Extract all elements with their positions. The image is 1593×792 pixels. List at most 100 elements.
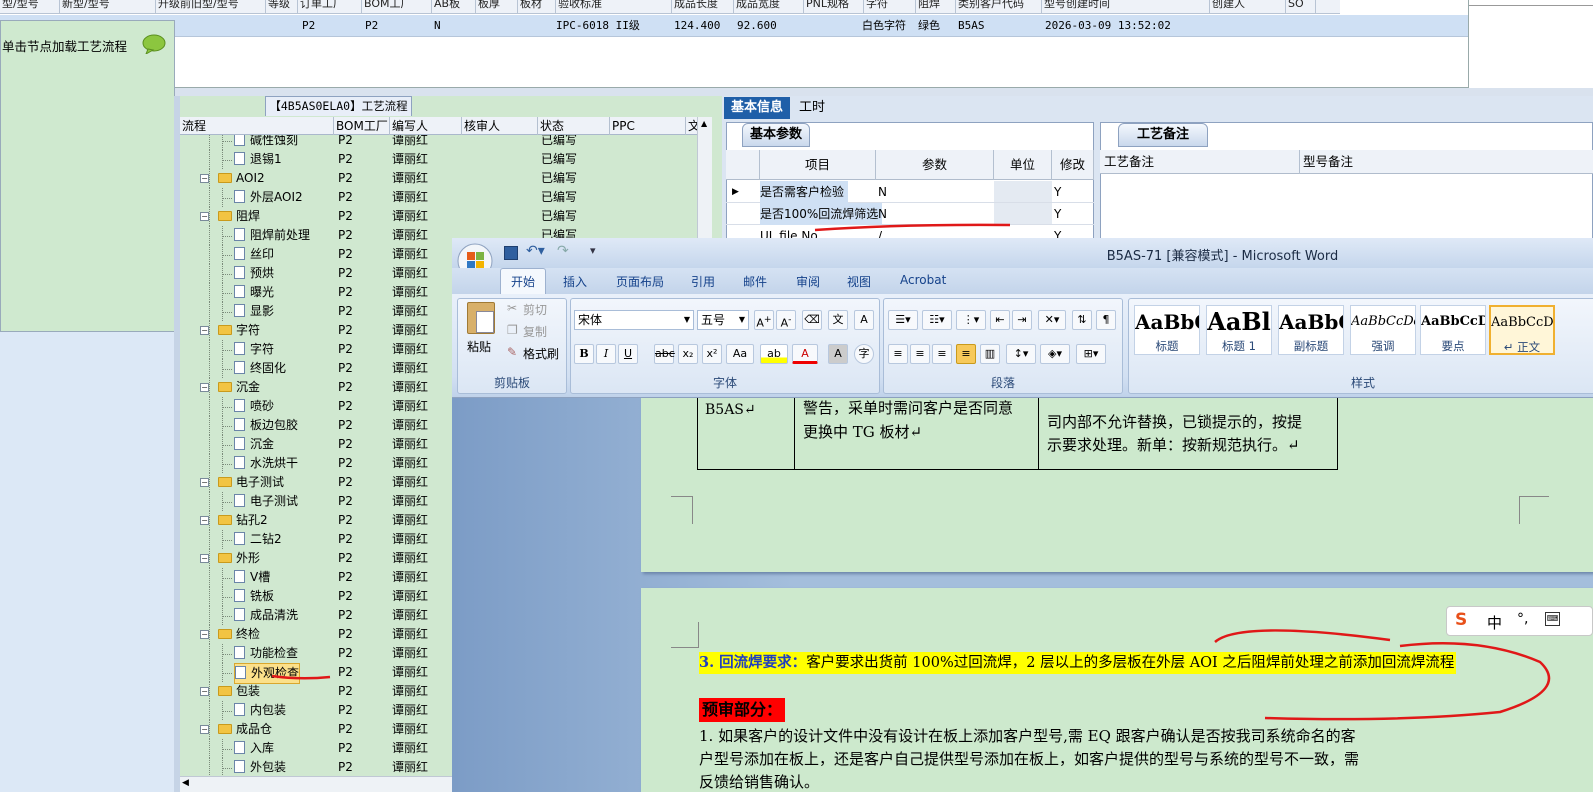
col-header-bom[interactable]: BOM工厂 bbox=[334, 117, 390, 135]
ime-punct-toggle[interactable]: °, bbox=[1517, 611, 1528, 627]
collapse-toggle-icon[interactable]: − bbox=[200, 478, 209, 487]
enclose-char-icon[interactable]: 字 bbox=[854, 344, 874, 364]
collapse-toggle-icon[interactable]: − bbox=[200, 212, 209, 221]
col-header[interactable]: 升级前旧型/型号 bbox=[156, 0, 266, 13]
tab-home[interactable]: 开始 bbox=[500, 268, 547, 294]
param-row[interactable]: 是否100%回流焊筛选 N Y bbox=[726, 203, 1094, 225]
tree-leaf-node[interactable]: 电子测试 bbox=[234, 492, 298, 511]
col-header-ppc[interactable]: PPC bbox=[610, 117, 686, 135]
tree-leaf-node[interactable]: 铣板 bbox=[234, 587, 274, 606]
tree-leaf-node[interactable]: 喷砂 bbox=[234, 397, 274, 416]
chinese-layout-icon[interactable]: ✕▾ bbox=[1038, 310, 1066, 330]
tree-leaf-node[interactable]: 曝光 bbox=[234, 283, 274, 302]
tab-mailings[interactable]: 邮件 bbox=[743, 273, 767, 290]
col-header-model-notes[interactable]: 型号备注 bbox=[1299, 150, 1353, 174]
param-row[interactable]: ▶ 是否需客户检验 N Y bbox=[726, 181, 1094, 203]
style-normal[interactable]: AaBbCcDd ↵ 正文 bbox=[1489, 305, 1555, 355]
sort-icon[interactable]: ⇅ bbox=[1072, 310, 1092, 330]
tree-row[interactable]: 碱性蚀刻 P2 谭丽红 已编写 bbox=[180, 135, 712, 150]
tree-leaf-node[interactable]: 板边包胶 bbox=[234, 416, 298, 435]
collapse-toggle-icon[interactable]: − bbox=[200, 687, 209, 696]
col-header[interactable]: 板材 bbox=[518, 0, 556, 13]
char-border-icon[interactable]: A bbox=[854, 310, 874, 330]
tree-folder-node[interactable]: 钻孔2 bbox=[218, 511, 268, 530]
col-header[interactable]: 等级 bbox=[266, 0, 298, 13]
font-color-icon[interactable]: A bbox=[792, 344, 818, 364]
distribute-icon[interactable]: ▥ bbox=[980, 344, 1000, 364]
borders-icon[interactable]: ⊞▾ bbox=[1076, 344, 1106, 364]
col-header[interactable]: SO bbox=[1286, 0, 1316, 13]
format-painter-button[interactable]: 格式刷 bbox=[523, 345, 559, 362]
tab-view[interactable]: 视图 bbox=[847, 273, 871, 290]
tree-row[interactable]: 外层AOI2 P2 谭丽红 已编写 bbox=[180, 188, 712, 207]
subscript-icon[interactable]: x₂ bbox=[678, 344, 698, 364]
decrease-indent-icon[interactable]: ⇤ bbox=[990, 310, 1010, 330]
tree-leaf-node[interactable]: 二钻2 bbox=[234, 530, 282, 549]
numbering-icon[interactable]: ☷▾ bbox=[922, 310, 952, 330]
tree-leaf-node[interactable]: 终固化 bbox=[234, 359, 286, 378]
bold-icon[interactable]: B bbox=[574, 344, 594, 364]
col-header[interactable]: PNL规格 bbox=[804, 0, 864, 13]
col-header-status[interactable]: 状态 bbox=[538, 117, 610, 135]
style-title[interactable]: AaBbC 标题 bbox=[1134, 305, 1200, 355]
increase-indent-icon[interactable]: ⇥ bbox=[1012, 310, 1032, 330]
font-name-select[interactable]: 宋体 ▼ bbox=[574, 310, 694, 330]
col-header-reviewer[interactable]: 核审人 bbox=[462, 117, 538, 135]
col-header[interactable]: 型/型号 bbox=[0, 0, 60, 13]
tab-references[interactable]: 引用 bbox=[691, 273, 715, 290]
align-center-icon[interactable]: ≡ bbox=[910, 344, 930, 364]
grow-font-icon[interactable]: A+ bbox=[754, 310, 774, 330]
col-header[interactable]: 类别客户代码 bbox=[956, 0, 1042, 13]
param-value[interactable]: N bbox=[878, 203, 887, 225]
change-case-icon[interactable]: Aa bbox=[726, 344, 754, 364]
tree-leaf-node[interactable]: 外包装 bbox=[234, 758, 286, 775]
style-strong[interactable]: AaBbCcD 要点 bbox=[1420, 305, 1486, 355]
tree-leaf-node[interactable]: 显影 bbox=[234, 302, 274, 321]
collapse-toggle-icon[interactable]: − bbox=[200, 174, 209, 183]
collapse-toggle-icon[interactable]: − bbox=[200, 630, 209, 639]
col-header[interactable]: 验收标准 bbox=[556, 0, 672, 13]
tree-leaf-node[interactable]: 退锡1 bbox=[234, 150, 282, 169]
copy-button[interactable]: 复制 bbox=[523, 323, 547, 340]
cut-button[interactable]: 剪切 bbox=[523, 301, 547, 318]
italic-icon[interactable]: I bbox=[596, 344, 616, 364]
tree-folder-node[interactable]: 成品仓 bbox=[218, 720, 272, 739]
tree-leaf-node[interactable]: 入库 bbox=[234, 739, 274, 758]
tree-leaf-node[interactable]: 内包装 bbox=[234, 701, 286, 720]
tree-folder-node[interactable]: 终检 bbox=[218, 625, 260, 644]
tree-folder-node[interactable]: 字符 bbox=[218, 321, 260, 340]
tree-leaf-node[interactable]: 沉金 bbox=[234, 435, 274, 454]
paste-button[interactable]: 粘贴 bbox=[467, 338, 491, 355]
tree-leaf-node[interactable]: 字符 bbox=[234, 340, 274, 359]
style-heading-1[interactable]: AaBl 标题 1 bbox=[1206, 305, 1272, 355]
underline-icon[interactable]: U bbox=[618, 344, 638, 364]
tree-leaf-node[interactable]: 水洗烘干 bbox=[234, 454, 298, 473]
tree-folder-node[interactable]: 电子测试 bbox=[218, 473, 284, 492]
tab-work-hours[interactable]: 工时 bbox=[792, 97, 832, 119]
col-header-value[interactable]: 参数 bbox=[876, 150, 994, 180]
col-header[interactable]: 新型/型号 bbox=[60, 0, 156, 13]
style-emphasis[interactable]: AaBbCcDd 强调 bbox=[1350, 305, 1416, 355]
superscript-icon[interactable]: x² bbox=[702, 344, 722, 364]
tab-insert[interactable]: 插入 bbox=[563, 273, 587, 290]
tree-leaf-node[interactable]: 外层AOI2 bbox=[234, 188, 303, 207]
tree-folder-node[interactable]: 沉金 bbox=[218, 378, 260, 397]
col-header[interactable]: 创建人 bbox=[1210, 0, 1286, 13]
font-size-select[interactable]: 五号 ▼ bbox=[697, 310, 749, 330]
paste-icon[interactable] bbox=[467, 302, 495, 334]
tree-folder-node[interactable]: AOI2 bbox=[218, 169, 265, 188]
shrink-font-icon[interactable]: A- bbox=[776, 310, 796, 330]
col-header-flow[interactable]: 流程 bbox=[180, 117, 334, 135]
copy-icon[interactable]: ❐ bbox=[507, 323, 518, 337]
show-marks-icon[interactable]: ¶ bbox=[1096, 310, 1116, 330]
tree-row[interactable]: − AOI2 P2 谭丽红 已编写 bbox=[180, 169, 712, 188]
strikethrough-icon[interactable]: abc bbox=[654, 344, 675, 364]
tree-leaf-node[interactable]: V槽 bbox=[234, 568, 270, 587]
ime-mode-toggle[interactable]: 中 bbox=[1487, 612, 1502, 633]
collapse-toggle-icon[interactable]: − bbox=[200, 326, 209, 335]
collapse-toggle-icon[interactable]: − bbox=[200, 516, 209, 525]
line-spacing-icon[interactable]: ↕▾ bbox=[1006, 344, 1036, 364]
tree-leaf-node[interactable]: 丝印 bbox=[234, 245, 274, 264]
align-left-icon[interactable]: ≡ bbox=[888, 344, 908, 364]
col-header-unit[interactable]: 单位 bbox=[994, 150, 1052, 180]
